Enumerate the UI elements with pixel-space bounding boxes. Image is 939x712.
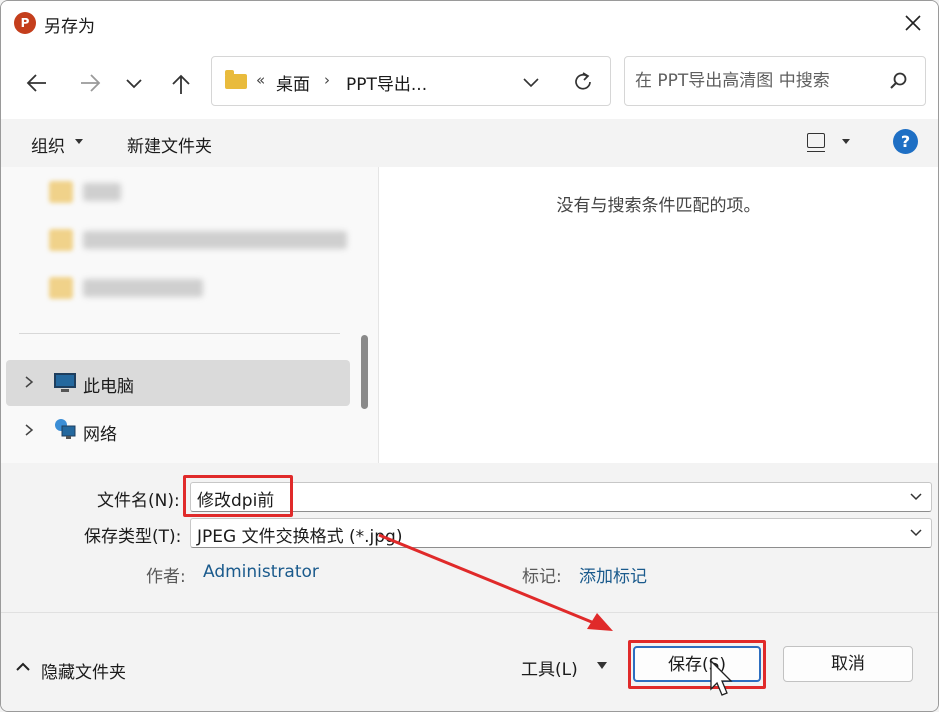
- arrow-left-icon: [26, 74, 46, 92]
- refresh-icon[interactable]: [572, 71, 594, 93]
- computer-icon: [54, 373, 76, 392]
- arrow-up-icon: [172, 74, 190, 94]
- caret-down-icon: [75, 139, 83, 144]
- hide-folders-label: 隐藏文件夹: [41, 663, 126, 683]
- search-box[interactable]: [624, 56, 926, 106]
- save-form: 文件名(N): 修改dpi前 保存类型(T): JPEG 文件交换格式 (*.j…: [1, 463, 938, 711]
- filetype-select[interactable]: JPEG 文件交换格式 (*.jpg): [190, 518, 932, 548]
- file-list-pane[interactable]: 没有与搜索条件匹配的项。: [379, 167, 938, 463]
- folder-icon: [49, 229, 73, 251]
- blurred-label: [83, 279, 203, 297]
- save-button[interactable]: 保存(S): [633, 646, 761, 682]
- chevron-right-icon[interactable]: [23, 375, 35, 389]
- filetype-value: JPEG 文件交换格式 (*.jpg): [197, 527, 403, 547]
- filename-field[interactable]: 修改dpi前: [190, 482, 932, 512]
- scrollbar-thumb[interactable]: [361, 335, 368, 409]
- save-as-dialog: P 另存为 « 桌面 › PPT导出... 在 PPT导出高清图 中搜索 组织 …: [0, 0, 939, 712]
- footer-divider: [1, 612, 938, 613]
- recent-locations-button[interactable]: [118, 67, 150, 99]
- author-label: 作者:: [146, 567, 186, 587]
- new-folder-button[interactable]: 新建文件夹: [127, 132, 212, 157]
- network-icon: [55, 419, 76, 439]
- chevron-right-icon[interactable]: [23, 423, 35, 437]
- filename-label: 文件名(N):: [97, 491, 180, 511]
- up-button[interactable]: [164, 67, 196, 99]
- tree-item-label: 网络: [83, 425, 117, 445]
- command-toolbar: 组织 新建文件夹 ?: [1, 119, 938, 167]
- chevron-down-icon[interactable]: [522, 73, 540, 91]
- search-input[interactable]: [635, 67, 875, 95]
- cancel-button[interactable]: 取消: [783, 646, 913, 682]
- caret-down-icon[interactable]: [842, 139, 850, 144]
- blurred-label: [83, 183, 121, 201]
- pane-divider: [19, 333, 340, 334]
- tree-item-label: 此电脑: [83, 377, 134, 397]
- filename-input[interactable]: 修改dpi前: [197, 486, 274, 511]
- arrow-right-icon: [81, 74, 101, 92]
- address-bar[interactable]: « 桌面 › PPT导出...: [211, 56, 611, 106]
- forward-button[interactable]: [73, 67, 105, 99]
- tree-item-network[interactable]: 网络: [6, 408, 350, 454]
- view-options-icon[interactable]: [807, 133, 825, 152]
- close-icon: [905, 15, 921, 31]
- folder-icon: [49, 181, 73, 203]
- folder-icon: [49, 277, 73, 299]
- navigation-pane: 此电脑 网络: [1, 167, 379, 463]
- close-button[interactable]: [896, 7, 930, 39]
- powerpoint-app-icon: P: [14, 12, 36, 34]
- breadcrumb-overflow[interactable]: «: [256, 71, 265, 89]
- tags-label: 标记:: [522, 567, 562, 587]
- help-icon[interactable]: ?: [893, 129, 918, 154]
- add-tags-link[interactable]: 添加标记: [579, 562, 647, 587]
- chevron-down-icon[interactable]: [909, 527, 923, 539]
- empty-results-message: 没有与搜索条件匹配的项。: [556, 196, 761, 216]
- navigation-bar: « 桌面 › PPT导出...: [1, 45, 938, 119]
- tools-menu-button[interactable]: 工具(L): [521, 655, 578, 680]
- nav-pane-scrollbar[interactable]: [357, 167, 371, 463]
- caret-down-icon[interactable]: [597, 662, 607, 669]
- search-icon[interactable]: [889, 71, 909, 91]
- window-title: 另存为: [44, 17, 95, 37]
- back-button[interactable]: [20, 67, 52, 99]
- tree-item-this-pc[interactable]: 此电脑: [6, 360, 350, 406]
- breadcrumb-desktop[interactable]: 桌面: [276, 70, 310, 95]
- organize-menu[interactable]: 组织: [31, 132, 65, 157]
- chevron-down-icon: [126, 79, 142, 89]
- title-bar: P 另存为: [1, 1, 938, 45]
- folder-icon: [225, 70, 247, 89]
- blurred-label: [83, 231, 347, 249]
- chevron-down-icon[interactable]: [909, 491, 923, 503]
- breadcrumb-separator: ›: [324, 71, 330, 89]
- chevron-up-icon: [16, 662, 30, 671]
- author-value[interactable]: Administrator: [203, 562, 319, 582]
- breadcrumb-ppt-export[interactable]: PPT导出...: [346, 70, 427, 95]
- filetype-label: 保存类型(T):: [84, 527, 182, 547]
